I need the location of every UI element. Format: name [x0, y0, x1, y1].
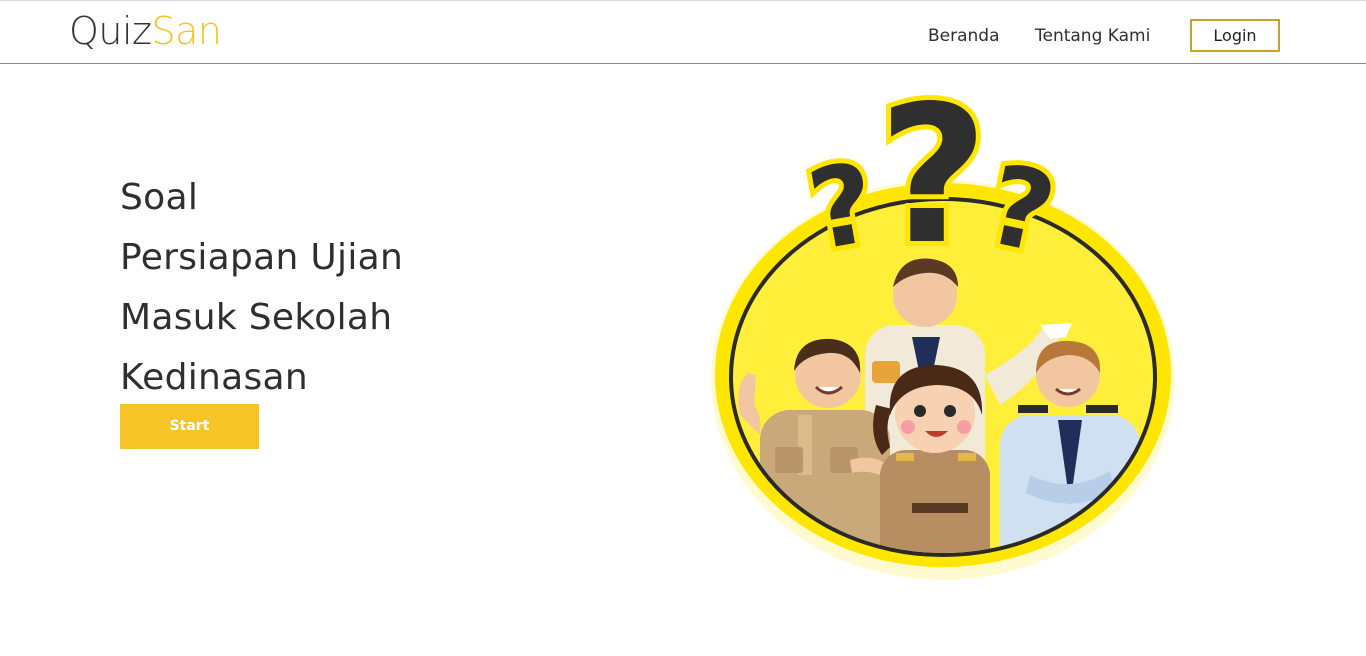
start-button[interactable]: Start — [120, 404, 259, 449]
hero-illustration: ? ? ? — [711, 75, 1175, 580]
login-button[interactable]: Login — [1190, 19, 1280, 52]
hero-line-masuk-sekolah: Masuk Sekolah — [120, 297, 393, 338]
hero-line-kedinasan: Kedinasan — [120, 357, 309, 398]
hero-line-soal: Soal — [120, 177, 199, 218]
nav-link-beranda[interactable]: Beranda — [928, 25, 1000, 47]
svg-text:?: ? — [878, 75, 988, 286]
question-mark-icon: ? ? ? — [795, 75, 1071, 291]
nav-link-tentang-kami[interactable]: Tentang Kami — [1035, 25, 1150, 47]
logo-text-quiz: Quiz — [69, 9, 152, 53]
logo[interactable]: QuizSan — [69, 7, 222, 55]
hero-heading: Soal Persiapan Ujian Masuk Sekolah Kedin… — [120, 168, 403, 408]
hero-line-persiapan-ujian: Persiapan Ujian — [120, 237, 404, 278]
logo-text-san: San — [151, 9, 223, 53]
navbar: QuizSan Beranda Tentang Kami Login — [0, 1, 1366, 64]
